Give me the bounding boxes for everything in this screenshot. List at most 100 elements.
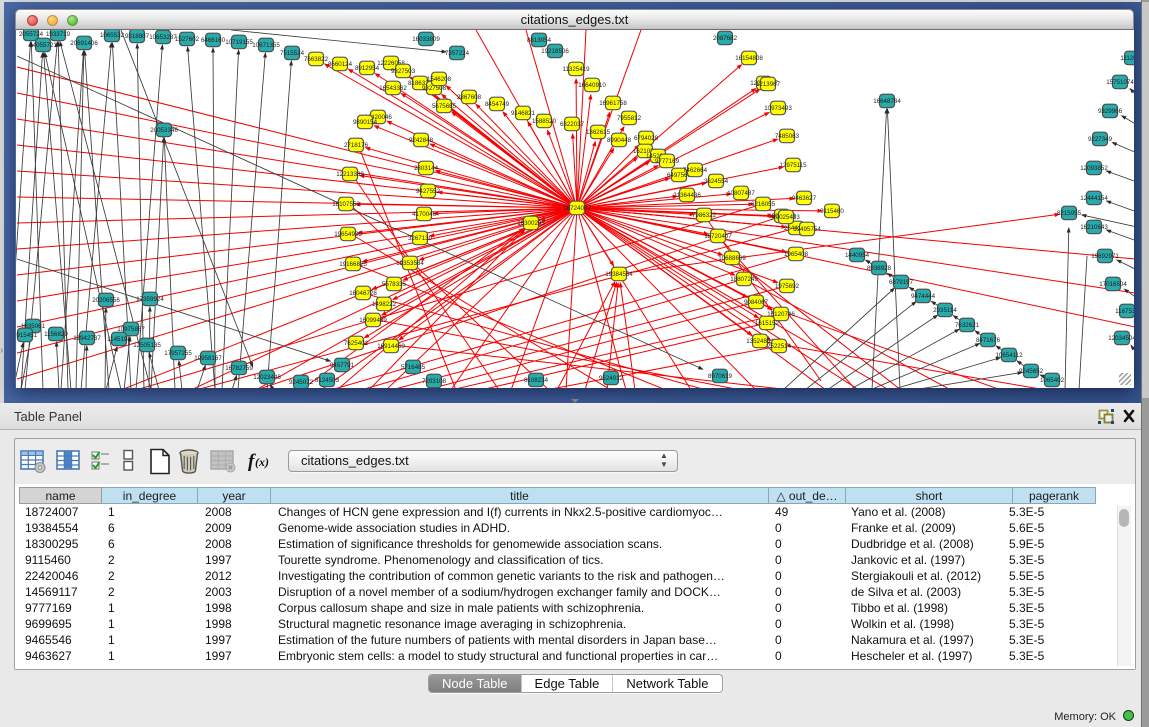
svg-text:9245652: 9245652 [1019,368,1044,375]
svg-text:7632621: 7632621 [955,322,980,329]
svg-text:19353584: 19353584 [396,260,424,267]
svg-text:8124503: 8124503 [315,377,340,384]
svg-text:10688609: 10688609 [718,255,746,262]
svg-text:8215955: 8215955 [1057,210,1082,217]
svg-text:1527602: 1527602 [175,36,200,43]
svg-text:9427552: 9427552 [416,188,441,195]
svg-text:16033809: 16033809 [412,36,440,43]
svg-text:8660124: 8660124 [328,61,353,68]
svg-text:7293108: 7293108 [422,378,447,385]
svg-text:9245072: 9245072 [289,379,314,386]
svg-text:19692971: 19692971 [1091,253,1119,260]
svg-text:2803144: 2803144 [414,165,439,172]
svg-text:1975692: 1975692 [775,283,800,290]
svg-text:12093852: 12093852 [1080,165,1108,172]
svg-text:16961758: 16961758 [599,100,627,107]
svg-text:10025433: 10025433 [772,214,800,221]
svg-text:16648784: 16648784 [873,98,901,105]
svg-text:17016504: 17016504 [1099,281,1127,288]
svg-text:12942737: 12942737 [73,335,101,342]
svg-text:20053346: 20053346 [150,127,178,134]
svg-text:9524012: 9524012 [599,375,624,382]
svg-text:10653287: 10653287 [149,34,177,41]
svg-text:7357224: 7357224 [445,50,470,57]
svg-text:5716485: 5716485 [401,364,426,371]
svg-text:3267130: 3267130 [408,235,433,242]
svg-text:17359924: 17359924 [136,296,164,303]
svg-text:1965408: 1965408 [784,251,809,258]
svg-text:1440954: 1440954 [845,252,870,259]
svg-text:7986322: 7986322 [692,212,717,219]
svg-text:11325419: 11325419 [562,66,590,73]
svg-text:7955812: 7955812 [617,115,642,122]
svg-text:19495754: 19495754 [793,226,821,233]
svg-text:18807249: 18807249 [730,276,758,283]
svg-text:1933719: 1933719 [46,31,71,38]
svg-text:16099489: 16099489 [359,317,387,324]
svg-text:12213389: 12213389 [336,171,364,178]
svg-text:16914469: 16914469 [377,343,405,350]
svg-text:1167531: 1167531 [1115,308,1134,315]
svg-text:20691406: 20691406 [70,40,98,47]
svg-text:7663822: 7663822 [304,56,329,63]
svg-text:8990448: 8990448 [607,137,632,144]
svg-text:16154808: 16154808 [735,55,763,62]
svg-text:(x): (x) [255,455,269,469]
svg-text:9327503: 9327503 [391,68,416,75]
svg-text:7462664: 7462664 [683,167,708,174]
svg-text:8970619: 8970619 [708,373,733,380]
svg-text:1065402: 1065402 [1040,377,1065,384]
svg-text:7515524: 7515524 [280,50,305,57]
svg-text:12023446: 12023446 [253,374,281,381]
svg-text:10671355: 10671355 [252,42,280,49]
svg-text:15720407: 15720407 [704,233,732,240]
svg-text:20206556: 20206556 [92,297,120,304]
svg-text:12034504: 12034504 [1108,335,1134,342]
svg-text:1213967: 1213967 [756,81,781,88]
svg-text:5675685: 5675685 [432,103,457,110]
svg-text:2867608: 2867608 [457,94,482,101]
svg-text:9146821: 9146821 [511,110,536,117]
svg-text:3624554: 3624554 [704,178,729,185]
svg-text:9463627: 9463627 [792,195,817,202]
svg-text:2055724: 2055724 [19,31,44,38]
svg-text:9115460: 9115460 [820,208,844,215]
svg-text:8813054: 8813054 [527,37,552,44]
svg-text:12444154: 12444154 [1080,195,1108,202]
svg-text:9777169: 9777169 [655,158,680,165]
svg-text:1112048: 1112048 [1120,55,1134,62]
svg-text:10807487: 10807487 [727,190,755,197]
svg-text:18107553: 18107553 [332,201,360,208]
svg-text:7485063: 7485063 [775,133,800,140]
svg-text:19166825: 19166825 [339,261,367,268]
svg-text:3915451: 3915451 [16,332,38,339]
svg-text:2935114: 2935114 [933,307,957,314]
svg-text:19654935: 19654935 [334,231,362,238]
svg-text:6322037: 6322037 [560,121,585,128]
svg-text:2718176: 2718176 [344,142,369,149]
svg-text:6216055: 6216055 [751,201,776,208]
svg-text:6794028: 6794028 [634,135,659,142]
svg-text:10973493: 10973493 [764,105,792,112]
svg-text:12505135: 12505135 [133,342,161,349]
svg-text:9084067: 9084067 [744,299,769,306]
svg-text:6108234: 6108234 [524,377,549,384]
svg-text:8471676: 8471676 [976,337,1001,344]
svg-text:7625402: 7625402 [344,340,369,347]
svg-text:21364436: 21364436 [673,192,701,199]
svg-text:16046728: 16046728 [349,290,377,297]
svg-text:9474444: 9474444 [911,293,936,300]
svg-text:4170046: 4170046 [412,211,437,218]
svg-text:16543362: 16543362 [379,85,407,92]
svg-text:9318807: 9318807 [125,33,150,40]
svg-text:1588520: 1588520 [532,118,557,125]
svg-text:2522514: 2522514 [767,343,792,350]
svg-text:14055721: 14055721 [29,42,57,49]
svg-text:1546208: 1546208 [427,76,452,83]
svg-text:1156829: 1156829 [44,331,68,338]
svg-text:6879197: 6879197 [889,279,914,286]
svg-text:8454749: 8454749 [485,101,510,108]
svg-text:18724007: 18724007 [563,205,591,212]
svg-text:19218506: 19218506 [541,48,569,55]
svg-text:15751074: 15751074 [1106,79,1134,86]
